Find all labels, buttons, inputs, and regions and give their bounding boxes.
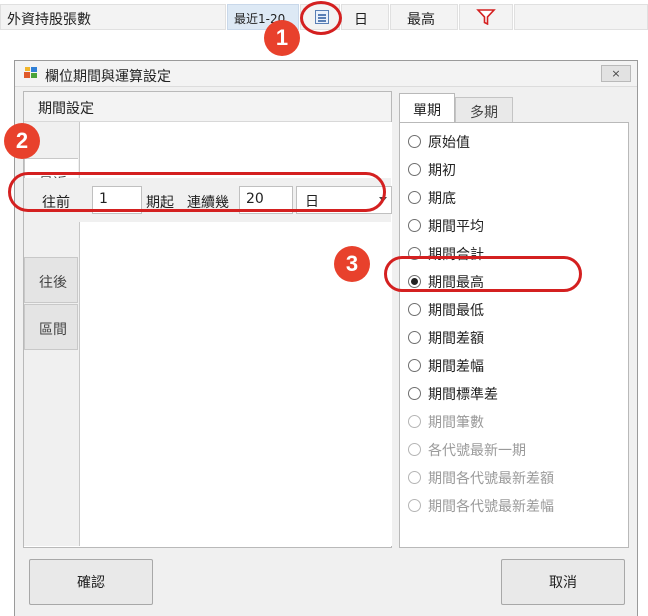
radio-option-label: 期間標準差: [428, 387, 498, 403]
radio-unchecked-icon: [408, 219, 421, 232]
period-settings-dialog: 欄位期間與運算設定 × 期間設定 最近 往後 區間 往前 1 期起: [14, 60, 638, 616]
step-callout-1: 1: [264, 20, 300, 56]
tab-range[interactable]: 區間: [24, 304, 78, 350]
step-number: 2: [15, 128, 29, 153]
radio-option-label: 期間各代號最新差額: [428, 471, 554, 487]
step-callout-3: 3: [334, 246, 370, 282]
empty-cell: [514, 4, 648, 30]
confirm-button-label: 確認: [77, 575, 105, 591]
radio-unchecked-icon: [408, 163, 421, 176]
radio-unchecked-icon: [408, 387, 421, 400]
frequency-cell: 日: [341, 4, 389, 30]
radio-option-label: 期間各代號最新差幅: [428, 499, 554, 515]
tab-range-label: 區間: [39, 322, 67, 338]
close-button[interactable]: ×: [601, 65, 631, 82]
mode-cell: 最高: [390, 4, 458, 30]
dialog-titlebar: 欄位期間與運算設定 ×: [15, 61, 637, 87]
calculation-options: 原始值 期初 期底 期間平均 期間合計 期間最高 期間最低 期間差額 期間差幅 期間標準差 期間筆數…: [399, 122, 629, 548]
radio-unchecked-icon: [408, 415, 421, 428]
radio-unchecked-icon: [408, 499, 421, 512]
radio-option-label: 期間差幅: [428, 359, 484, 375]
tab-multi-period[interactable]: 多期: [455, 97, 513, 123]
tab-forward[interactable]: 往後: [24, 257, 78, 303]
cancel-button-label: 取消: [549, 575, 577, 591]
radio-option-label: 期間最低: [428, 303, 484, 319]
radio-option-label: 期初: [428, 163, 456, 179]
radio-unchecked-icon: [408, 303, 421, 316]
radio-option-label: 期底: [428, 191, 456, 207]
column-title: 外資持股張數: [7, 12, 91, 28]
period-settings-title: 期間設定: [38, 101, 94, 117]
radio-option-label: 原始值: [428, 135, 470, 151]
highlight-edit-button: [300, 1, 342, 35]
period-settings-header: 期間設定: [24, 92, 391, 122]
step-callout-2: 2: [4, 123, 40, 159]
highlight-period-row: [8, 172, 386, 212]
tab-single-period[interactable]: 單期: [399, 93, 455, 123]
tab-multi-period-label: 多期: [470, 105, 498, 121]
confirm-button[interactable]: 確認: [29, 559, 153, 605]
cancel-button[interactable]: 取消: [501, 559, 625, 605]
dialog-title: 欄位期間與運算設定: [45, 69, 171, 85]
column-title-cell: 外資持股張數: [0, 4, 226, 30]
radio-unchecked-icon: [408, 359, 421, 372]
filter-icon: [476, 9, 496, 25]
frequency-text: 日: [354, 12, 368, 28]
tab-forward-label: 往後: [39, 275, 67, 291]
filter-button[interactable]: [459, 4, 513, 30]
radio-option-label: 期間筆數: [428, 415, 484, 431]
calculation-panel: 單期 多期 原始值 期初 期底 期間平均 期間合計 期間最高 期間最低 期間差額 期間差幅 期間標…: [397, 91, 629, 548]
radio-unchecked-icon: [408, 135, 421, 148]
step-number: 1: [275, 25, 289, 50]
radio-option-label: 期間平均: [428, 219, 484, 235]
radio-unchecked-icon: [408, 443, 421, 456]
radio-unchecked-icon: [408, 331, 421, 344]
highlight-period-high: [384, 256, 582, 292]
radio-option-label: 期間差額: [428, 331, 484, 347]
radio-unchecked-icon: [408, 471, 421, 484]
period-settings-panel: 期間設定 最近 往後 區間 往前 1 期起 連續幾 20 日: [23, 91, 392, 548]
tab-single-period-label: 單期: [413, 103, 441, 119]
dialog-app-icon: [24, 67, 37, 78]
radio-option-label: 各代號最新一期: [428, 443, 526, 459]
step-number: 3: [345, 251, 359, 276]
radio-unchecked-icon: [408, 191, 421, 204]
mode-text: 最高: [407, 12, 435, 28]
close-icon: ×: [611, 67, 621, 80]
